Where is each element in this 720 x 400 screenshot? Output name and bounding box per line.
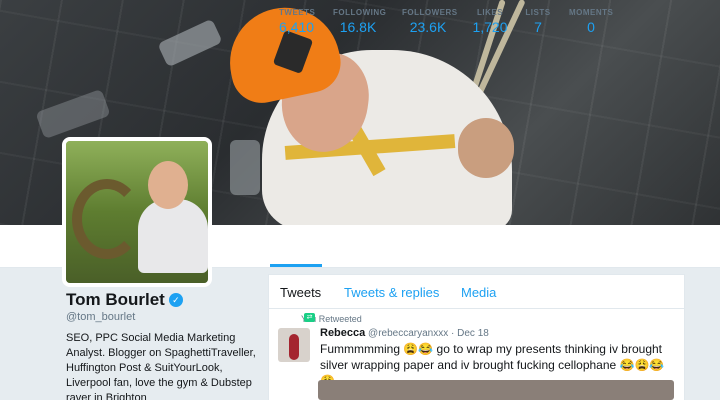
stat-following[interactable]: FOLLOWING 16.8K (333, 8, 387, 35)
profile-handle[interactable]: @tom_bourlet (66, 311, 256, 323)
profile-bio: SEO, PPC Social Media Marketing Analyst.… (66, 332, 256, 400)
stat-label: MOMENTS (569, 8, 614, 17)
verified-badge-icon: ✓ (168, 293, 183, 307)
stat-label: TWEETS (279, 8, 316, 17)
stat-label: LIKES (476, 8, 504, 17)
stat-label: LISTS (525, 8, 551, 17)
tweet-author-handle[interactable]: @rebeccaryanxxx (368, 328, 448, 339)
stat-value: 6,410 (279, 19, 315, 35)
stat-label: FOLLOWERS (402, 8, 458, 17)
stat-value: 1,720 (472, 19, 508, 35)
stat-value: 16.8K (339, 19, 377, 35)
tweet-author-avatar[interactable] (278, 328, 310, 362)
profile-name[interactable]: Tom Bourlet (66, 290, 165, 310)
stat-lists[interactable]: LISTS 7 (525, 8, 551, 35)
stat-followers[interactable]: FOLLOWERS 23.6K (402, 8, 458, 35)
retweet-icon: ⇄ (304, 313, 315, 322)
tweet-date[interactable]: Dec 18 (457, 328, 489, 339)
stat-moments[interactable]: MOMENTS 0 (569, 8, 613, 35)
avatar-figure (289, 334, 299, 360)
avatar-person-face (148, 161, 188, 209)
parked-car (230, 140, 260, 195)
timeline-tabs: Tweets Tweets & replies Media (269, 275, 684, 309)
stat-likes[interactable]: LIKES 1,720 (472, 8, 508, 35)
profile-card: Tom Bourlet ✓ @tom_bourlet SEO, PPC Socia… (66, 290, 256, 400)
avatar-snake (72, 179, 142, 259)
tab-tweets[interactable]: Tweets (280, 285, 321, 300)
avatar-person-shirt (138, 199, 208, 273)
tweet-separator: · (451, 328, 455, 339)
tab-media[interactable]: Media (461, 285, 496, 300)
climber-hand (458, 118, 514, 178)
tab-tweets-replies[interactable]: Tweets & replies (344, 285, 439, 300)
stat-value: 0 (587, 19, 595, 35)
stat-value: 7 (534, 19, 542, 35)
stat-tweets[interactable]: TWEETS 6,410 (279, 8, 316, 35)
tweet-header: Rebecca @rebeccaryanxxx · Dec 18 (320, 327, 489, 339)
tweet-media-preview[interactable] (318, 380, 674, 400)
profile-avatar[interactable] (62, 137, 212, 287)
active-stat-indicator (270, 264, 322, 267)
tweet-author-name[interactable]: Rebecca (320, 327, 365, 339)
stat-label: FOLLOWING (333, 8, 387, 17)
stat-value: 23.6K (409, 19, 447, 35)
